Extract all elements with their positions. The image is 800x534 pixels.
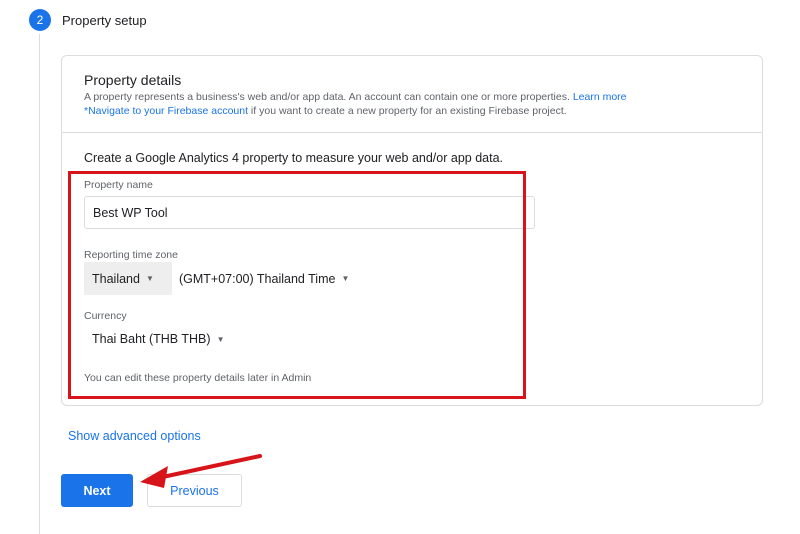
form-intro: Create a Google Analytics 4 property to … [84, 151, 503, 165]
timezone-country-value: Thailand [92, 271, 140, 286]
step-title: Property setup [62, 13, 147, 28]
firebase-account-link[interactable]: *Navigate to your Firebase account [84, 105, 248, 117]
caret-down-icon: ▼ [341, 274, 350, 283]
property-details-card: Property details A property represents a… [61, 55, 763, 406]
show-advanced-options-link[interactable]: Show advanced options [68, 429, 201, 443]
learn-more-link[interactable]: Learn more [573, 91, 627, 103]
next-button[interactable]: Next [61, 474, 133, 507]
currency-value: Thai Baht (THB THB) [92, 332, 211, 346]
timezone-country-dropdown[interactable]: Thailand ▼ [84, 262, 172, 295]
caret-down-icon: ▼ [145, 274, 154, 283]
property-name-label: Property name [84, 179, 153, 191]
caret-down-icon: ▼ [216, 334, 225, 344]
currency-dropdown[interactable]: Thai Baht (THB THB) ▼ [92, 324, 224, 354]
previous-button[interactable]: Previous [147, 474, 242, 507]
card-description-line2: *Navigate to your Firebase account if yo… [84, 105, 567, 117]
timezone-dropdown[interactable]: (GMT+07:00) Thailand Time ▼ [179, 262, 349, 295]
currency-label: Currency [84, 310, 127, 322]
card-description-line1: A property represents a business's web a… [84, 91, 627, 103]
step-number-badge: 2 [29, 9, 51, 31]
stepper-line [39, 34, 40, 534]
edit-later-note: You can edit these property details late… [84, 372, 312, 384]
description-text: A property represents a business's web a… [84, 91, 573, 103]
card-header: Property details A property represents a… [62, 56, 762, 133]
card-title: Property details [84, 72, 182, 88]
timezone-value: (GMT+07:00) Thailand Time [179, 271, 336, 286]
timezone-label: Reporting time zone [84, 249, 178, 261]
property-name-input[interactable] [84, 196, 535, 229]
description-text-2: if you want to create a new property for… [248, 105, 567, 117]
